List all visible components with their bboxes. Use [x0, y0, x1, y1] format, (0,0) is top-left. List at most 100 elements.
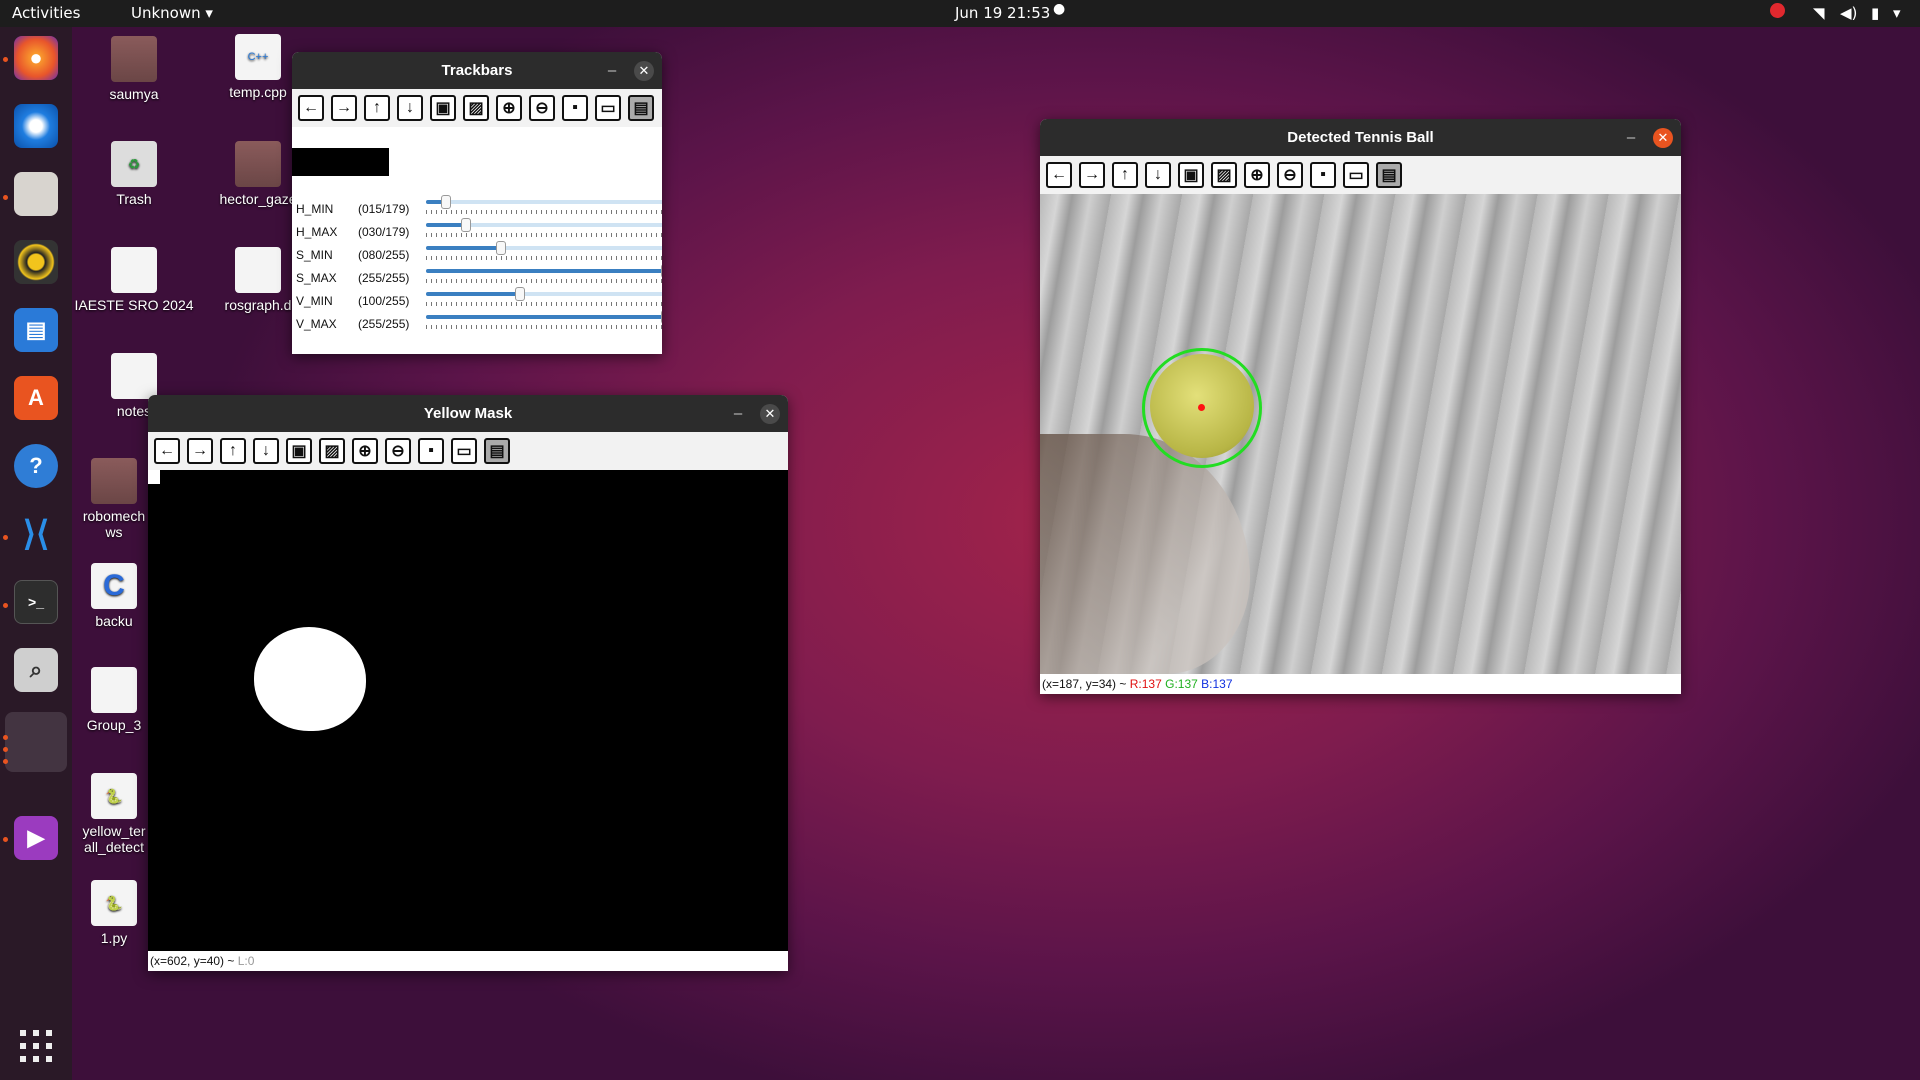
pan-down-icon[interactable]: ↓	[397, 95, 423, 121]
pan-up-icon[interactable]: ↑	[220, 438, 246, 464]
system-menu-chevron-icon[interactable]: ▾	[1893, 4, 1901, 22]
zoom-original-icon[interactable]: ▨	[463, 95, 489, 121]
toolbar: ← → ↑ ↓ ▣ ▨ ⊕ ⊖ ▪ ▭ ▤	[148, 432, 788, 470]
window-title-bar[interactable]: Detected Tennis Ball – ✕	[1040, 119, 1681, 156]
save-icon[interactable]: ▪	[1310, 162, 1336, 188]
pan-left-icon[interactable]: ←	[1046, 162, 1072, 188]
trackbar-row: V_MAX (255/255)	[296, 310, 662, 335]
minimize-button[interactable]: –	[1621, 119, 1641, 156]
desktop-icon[interactable]: ♻ Trash	[74, 141, 194, 207]
trackbar-slider[interactable]	[426, 287, 662, 301]
pan-right-icon[interactable]: →	[1079, 162, 1105, 188]
zoom-in-icon[interactable]: ⊕	[352, 438, 378, 464]
desktop-icon[interactable]: robomech ws	[74, 458, 154, 540]
properties-icon[interactable]: ▤	[1376, 162, 1402, 188]
trackbar-slider[interactable]	[426, 264, 662, 278]
slider-handle[interactable]	[515, 287, 526, 301]
clock[interactable]: Jun 19 21:53	[955, 4, 1050, 22]
pan-up-icon[interactable]: ↑	[364, 95, 390, 121]
slider-handle[interactable]	[461, 218, 472, 232]
do-not-disturb-icon[interactable]	[1770, 3, 1785, 18]
desktop-icon[interactable]: 🐍 1.py	[74, 880, 154, 946]
copy-icon[interactable]: ▭	[595, 95, 621, 121]
trackbar-slider[interactable]	[426, 241, 662, 255]
slider-ticks	[426, 256, 662, 260]
zoom-in-icon[interactable]: ⊕	[496, 95, 522, 121]
zoom-fit-icon[interactable]: ▣	[1178, 162, 1204, 188]
desktop-icon[interactable]: saumya	[74, 36, 194, 102]
properties-icon[interactable]: ▤	[484, 438, 510, 464]
minimize-button[interactable]: –	[602, 52, 622, 89]
pan-right-icon[interactable]: →	[187, 438, 213, 464]
pan-left-icon[interactable]: ←	[298, 95, 324, 121]
properties-icon[interactable]: ▤	[628, 95, 654, 121]
camera-image[interactable]	[1040, 194, 1681, 674]
desktop-icon[interactable]: 🐍 yellow_ter all_detect	[74, 773, 154, 855]
center-point	[1198, 404, 1205, 411]
trackbar-slider[interactable]	[426, 310, 662, 324]
pan-down-icon[interactable]: ↓	[1145, 162, 1171, 188]
terminal-icon[interactable]: >_	[14, 580, 58, 624]
pan-right-icon[interactable]: →	[331, 95, 357, 121]
app-menu[interactable]: Unknown ▾	[131, 4, 213, 22]
window-title-bar[interactable]: Trackbars – ✕	[292, 52, 662, 89]
trackbar-slider[interactable]	[426, 195, 662, 209]
show-apps-icon[interactable]	[20, 1030, 52, 1062]
desktop-icon[interactable]: Group_3	[74, 667, 154, 733]
vscode-icon[interactable]: ⟩⟨	[14, 512, 58, 556]
trackbar-row: S_MIN (080/255)	[296, 241, 662, 266]
folder-icon	[235, 141, 281, 187]
close-button[interactable]: ✕	[1653, 128, 1673, 148]
copy-icon[interactable]: ▭	[1343, 162, 1369, 188]
zoom-original-icon[interactable]: ▨	[319, 438, 345, 464]
magnifier-icon[interactable]: ⌕	[14, 648, 58, 692]
opencv-window-icon[interactable]	[14, 720, 58, 764]
zoom-fit-icon[interactable]: ▣	[286, 438, 312, 464]
mask-image[interactable]	[148, 470, 788, 951]
slider-handle[interactable]	[496, 241, 507, 255]
zoom-original-icon[interactable]: ▨	[1211, 162, 1237, 188]
pan-up-icon[interactable]: ↑	[1112, 162, 1138, 188]
activities-button[interactable]: Activities	[12, 4, 80, 22]
zoom-fit-icon[interactable]: ▣	[430, 95, 456, 121]
python-file-icon: 🐍	[91, 773, 137, 819]
thunderbird-icon[interactable]	[14, 104, 58, 148]
hand	[1040, 434, 1250, 674]
save-icon[interactable]: ▪	[562, 95, 588, 121]
slider-handle[interactable]	[661, 264, 662, 278]
close-button[interactable]: ✕	[760, 404, 780, 424]
minimize-button[interactable]: –	[728, 395, 748, 432]
save-icon[interactable]: ▪	[418, 438, 444, 464]
cpp-file-icon: C++	[235, 34, 281, 80]
pan-left-icon[interactable]: ←	[154, 438, 180, 464]
zoom-out-icon[interactable]: ⊖	[1277, 162, 1303, 188]
trackbar-value: (015/179)	[358, 202, 410, 216]
toolbar: ← → ↑ ↓ ▣ ▨ ⊕ ⊖ ▪ ▭ ▤	[1040, 156, 1681, 194]
window-title-bar[interactable]: Yellow Mask – ✕	[148, 395, 788, 432]
slider-handle[interactable]	[441, 195, 452, 209]
trackbar-name: V_MIN	[296, 294, 333, 308]
firefox-icon[interactable]: ●	[14, 36, 58, 80]
python-file-icon: 🐍	[91, 880, 137, 926]
zoom-in-icon[interactable]: ⊕	[1244, 162, 1270, 188]
desktop-icon[interactable]: Cbacku	[74, 563, 154, 629]
pan-down-icon[interactable]: ↓	[253, 438, 279, 464]
trackbar-name: H_MIN	[296, 202, 334, 216]
slider-handle[interactable]	[661, 310, 662, 324]
battery-icon[interactable]: ▮	[1871, 4, 1879, 22]
trackbar-slider[interactable]	[426, 218, 662, 232]
software-icon[interactable]: A	[14, 376, 58, 420]
rhythmbox-icon[interactable]	[14, 240, 58, 284]
videos-icon[interactable]: ▶	[14, 816, 58, 860]
zoom-out-icon[interactable]: ⊖	[529, 95, 555, 121]
copy-icon[interactable]: ▭	[451, 438, 477, 464]
files-icon[interactable]	[14, 172, 58, 216]
zoom-out-icon[interactable]: ⊖	[385, 438, 411, 464]
desktop-icon[interactable]: IAESTE SRO 2024	[74, 247, 194, 313]
volume-icon[interactable]: ◀)	[1840, 4, 1857, 22]
wifi-icon[interactable]: ◥	[1813, 4, 1825, 22]
writer-icon[interactable]: ▤	[14, 308, 58, 352]
close-button[interactable]: ✕	[634, 61, 654, 81]
help-icon[interactable]: ?	[14, 444, 58, 488]
trackbar-image	[292, 148, 389, 176]
